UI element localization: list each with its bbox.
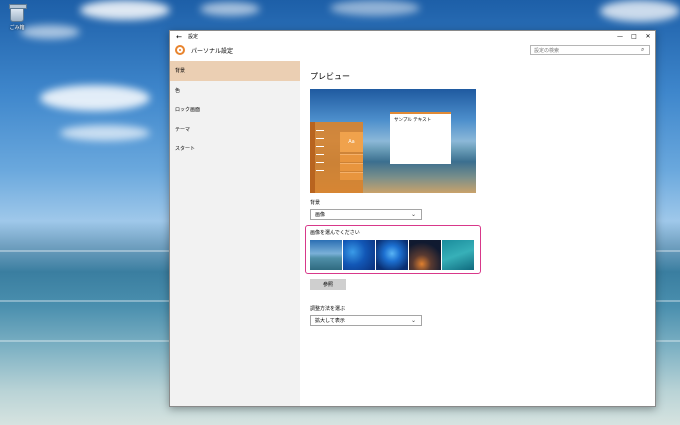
cloud	[200, 2, 260, 16]
settings-window: ← 設定 — □ ✕ パーソナル設定 設定の検索 ⌕ 背景 色 ロック画面 テー…	[169, 30, 656, 407]
back-arrow-icon[interactable]: ←	[170, 33, 188, 41]
preview-menu-line	[316, 130, 324, 131]
minimize-button[interactable]: —	[613, 33, 627, 40]
preview-start-menu: Aa	[310, 122, 363, 193]
fit-label: 調整方法を選ぶ	[310, 306, 346, 312]
preview-image: Aa サンプル テキスト	[310, 89, 476, 193]
app-header: パーソナル設定 設定の検索 ⌕	[170, 42, 655, 58]
background-dropdown[interactable]: 画像 ⌄	[310, 209, 422, 220]
gear-icon	[175, 45, 185, 55]
search-placeholder: 設定の検索	[534, 47, 560, 54]
app-title: パーソナル設定	[191, 47, 234, 55]
preview-sample-text: サンプル テキスト	[394, 118, 432, 123]
preview-menu-line	[316, 162, 324, 163]
recycle-bin-label: ごみ箱	[9, 25, 25, 31]
maximize-button[interactable]: □	[627, 33, 641, 40]
title-bar: ← 設定 — □ ✕	[170, 31, 655, 42]
cloud	[330, 0, 420, 16]
preview-tile-row	[340, 163, 363, 171]
preview-menu-line	[316, 170, 324, 171]
cloud	[40, 85, 150, 111]
preview-menu-line	[316, 154, 324, 155]
preview-menu-line	[316, 138, 324, 139]
preview-tile-row	[340, 154, 363, 162]
background-label: 背景	[310, 200, 321, 206]
cloud	[600, 0, 680, 22]
window-title: 設定	[188, 34, 199, 40]
sidebar-item-background[interactable]: 背景	[170, 61, 300, 81]
main-content: プレビュー Aa サンプル テキスト 背景 画像 ⌄ 画像を選んでください 参照…	[300, 61, 655, 406]
fit-dropdown[interactable]: 拡大して表示 ⌄	[310, 315, 422, 326]
sidebar-item-themes[interactable]: テーマ	[170, 120, 300, 140]
cloud	[80, 0, 170, 20]
browse-button[interactable]: 参照	[310, 279, 346, 290]
sidebar-item-label: スタート	[175, 146, 196, 153]
background-value: 画像	[315, 212, 326, 218]
preview-tile-row	[340, 172, 363, 180]
highlight-box	[305, 225, 481, 274]
search-input[interactable]: 設定の検索 ⌕	[530, 45, 650, 55]
sidebar-item-label: ロック画面	[175, 107, 201, 114]
preview-taskbar	[310, 122, 315, 193]
sidebar-item-label: 背景	[175, 68, 186, 75]
sidebar: 背景 色 ロック画面 テーマ スタート	[170, 61, 300, 406]
chevron-down-icon: ⌄	[411, 211, 417, 218]
sidebar-item-start[interactable]: スタート	[170, 139, 300, 159]
sidebar-item-label: 色	[175, 87, 181, 94]
preview-menu-line	[316, 146, 324, 147]
preview-heading: プレビュー	[310, 72, 350, 81]
preview-window: サンプル テキスト	[390, 112, 451, 164]
recycle-bin[interactable]: ごみ箱	[6, 4, 28, 31]
sidebar-item-lock-screen[interactable]: ロック画面	[170, 100, 300, 120]
sidebar-item-color[interactable]: 色	[170, 81, 300, 101]
picture-picker: 画像を選んでください	[305, 225, 655, 274]
recycle-bin-icon	[9, 4, 27, 22]
close-button[interactable]: ✕	[641, 33, 655, 40]
search-icon[interactable]: ⌕	[641, 46, 649, 54]
preview-tile: Aa	[340, 132, 363, 152]
chevron-down-icon: ⌄	[411, 317, 417, 324]
cloud	[20, 25, 80, 39]
cloud	[60, 125, 150, 141]
sidebar-item-label: テーマ	[175, 126, 191, 133]
fit-value: 拡大して表示	[315, 318, 345, 324]
